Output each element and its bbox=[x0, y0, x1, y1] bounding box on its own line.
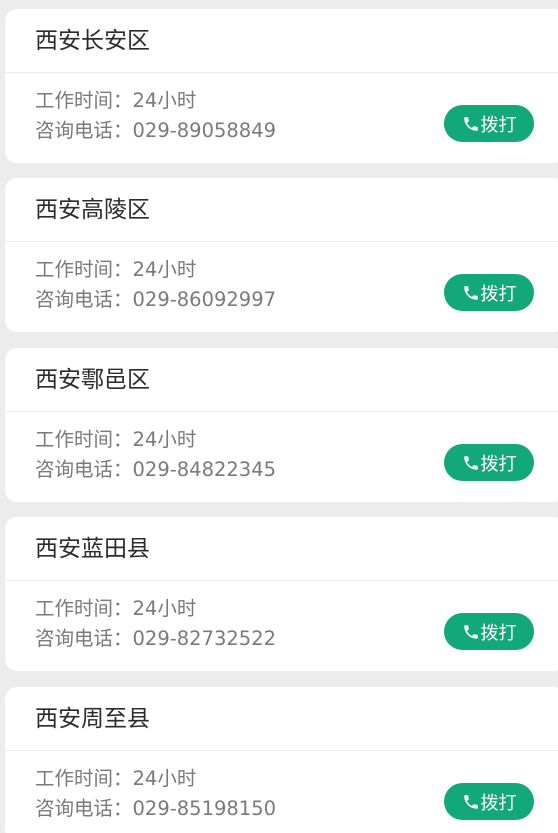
call-button[interactable]: 拨打 bbox=[444, 783, 534, 820]
phone-icon bbox=[463, 285, 478, 300]
hours-label: 工作时间： bbox=[35, 258, 133, 281]
call-button[interactable]: 拨打 bbox=[444, 444, 534, 481]
phone-line: 咨询电话：029-82732522 bbox=[35, 624, 276, 654]
phone-number: 029-89058849 bbox=[132, 119, 277, 142]
office-name: 西安鄠邑区 bbox=[35, 367, 150, 393]
divider bbox=[5, 411, 558, 412]
office-name: 西安周至县 bbox=[35, 706, 150, 732]
hours-label: 工作时间： bbox=[35, 767, 133, 790]
call-button[interactable]: 拨打 bbox=[444, 105, 534, 142]
phone-icon bbox=[463, 794, 478, 809]
office-name: 西安高陵区 bbox=[35, 197, 150, 223]
hours-line: 工作时间：24小时 bbox=[35, 425, 276, 455]
hours-value: 24小时 bbox=[132, 428, 197, 451]
call-button[interactable]: 拨打 bbox=[444, 613, 534, 650]
office-list: 西安长安区 工作时间：24小时 咨询电话：029-89058849 拨打 西安高… bbox=[0, 0, 558, 833]
office-name: 西安长安区 bbox=[35, 28, 150, 54]
hours-line: 工作时间：24小时 bbox=[35, 594, 276, 624]
office-card: 西安高陵区 工作时间：24小时 咨询电话：029-86092997 拨打 bbox=[5, 178, 558, 332]
hours-line: 工作时间：24小时 bbox=[35, 86, 276, 116]
phone-number: 029-85198150 bbox=[132, 797, 277, 820]
hours-label: 工作时间： bbox=[35, 89, 133, 112]
hours-value: 24小时 bbox=[132, 89, 197, 112]
office-card: 西安长安区 工作时间：24小时 咨询电话：029-89058849 拨打 bbox=[5, 9, 558, 163]
office-name: 西安蓝田县 bbox=[35, 536, 150, 562]
office-info: 工作时间：24小时 咨询电话：029-89058849 bbox=[35, 86, 276, 146]
call-button-label: 拨打 bbox=[480, 283, 517, 305]
divider bbox=[5, 72, 558, 73]
phone-line: 咨询电话：029-86092997 bbox=[35, 285, 276, 315]
hours-label: 工作时间： bbox=[35, 597, 133, 620]
phone-icon bbox=[463, 624, 478, 639]
hours-value: 24小时 bbox=[132, 767, 197, 790]
office-info: 工作时间：24小时 咨询电话：029-82732522 bbox=[35, 594, 276, 654]
phone-line: 咨询电话：029-84822345 bbox=[35, 455, 276, 485]
phone-label: 咨询电话： bbox=[35, 119, 133, 142]
call-button[interactable]: 拨打 bbox=[444, 274, 534, 311]
call-button-label: 拨打 bbox=[480, 453, 517, 475]
call-button-label: 拨打 bbox=[480, 114, 517, 136]
phone-line: 咨询电话：029-85198150 bbox=[35, 794, 276, 824]
phone-icon bbox=[463, 116, 478, 131]
hours-value: 24小时 bbox=[132, 258, 197, 281]
call-button-label: 拨打 bbox=[480, 622, 517, 644]
hours-line: 工作时间：24小时 bbox=[35, 255, 276, 285]
office-info: 工作时间：24小时 咨询电话：029-85198150 bbox=[35, 764, 276, 824]
call-button-label: 拨打 bbox=[480, 792, 517, 814]
hours-line: 工作时间：24小时 bbox=[35, 764, 276, 794]
office-card: 西安鄠邑区 工作时间：24小时 咨询电话：029-84822345 拨打 bbox=[5, 348, 558, 502]
phone-label: 咨询电话： bbox=[35, 627, 133, 650]
divider bbox=[5, 241, 558, 242]
hours-label: 工作时间： bbox=[35, 428, 133, 451]
phone-label: 咨询电话： bbox=[35, 797, 133, 820]
office-info: 工作时间：24小时 咨询电话：029-84822345 bbox=[35, 425, 276, 485]
hours-value: 24小时 bbox=[132, 597, 197, 620]
phone-label: 咨询电话： bbox=[35, 288, 133, 311]
phone-line: 咨询电话：029-89058849 bbox=[35, 116, 276, 146]
phone-number: 029-86092997 bbox=[132, 288, 277, 311]
office-info: 工作时间：24小时 咨询电话：029-86092997 bbox=[35, 255, 276, 315]
phone-label: 咨询电话： bbox=[35, 458, 133, 481]
divider bbox=[5, 580, 558, 581]
phone-icon bbox=[463, 455, 478, 470]
phone-number: 029-82732522 bbox=[132, 627, 277, 650]
office-card: 西安蓝田县 工作时间：24小时 咨询电话：029-82732522 拨打 bbox=[5, 517, 558, 671]
office-card: 西安周至县 工作时间：24小时 咨询电话：029-85198150 拨打 bbox=[5, 687, 558, 833]
phone-number: 029-84822345 bbox=[132, 458, 277, 481]
divider bbox=[5, 750, 558, 751]
